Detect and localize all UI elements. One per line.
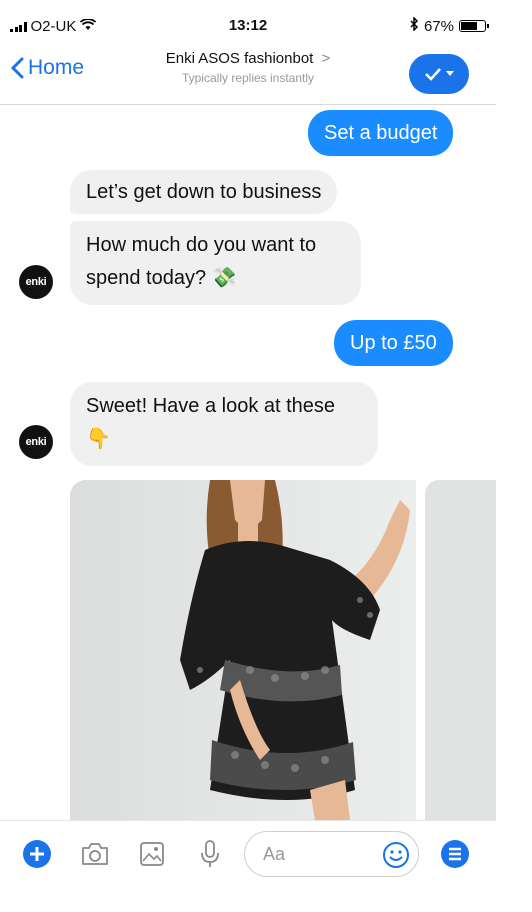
camera-icon	[82, 843, 108, 865]
chevron-right-icon: >	[321, 50, 331, 67]
status-bar: O2-UK 13:12 67%	[0, 0, 496, 42]
actions-button[interactable]	[409, 54, 469, 94]
microphone-icon	[201, 840, 219, 867]
menu-button[interactable]	[440, 839, 470, 869]
message-bot-look[interactable]: Sweet! Have a look at these 👇	[70, 382, 378, 466]
check-icon	[425, 68, 441, 81]
page-title: Enki ASOS fashionbot	[165, 50, 314, 67]
product-image	[70, 480, 416, 820]
battery-icon	[459, 20, 489, 32]
message-line: spend today?	[86, 267, 207, 289]
caret-down-icon	[446, 71, 454, 76]
menu-icon	[441, 840, 469, 868]
battery-percent: 67%	[423, 17, 454, 35]
message-composer: Aa	[0, 820, 496, 891]
message-placeholder: Aa	[263, 844, 286, 864]
emoji-button[interactable]	[382, 841, 410, 874]
product-card[interactable]	[70, 480, 416, 820]
bot-avatar[interactable]: enki	[19, 425, 53, 459]
plus-button[interactable]	[22, 839, 52, 869]
message-bot-business[interactable]: Let’s get down to business	[70, 170, 338, 214]
bluetooth-icon	[410, 16, 419, 35]
pointing-down-emoji-icon: 👇	[86, 428, 111, 450]
camera-button[interactable]	[80, 839, 110, 869]
messenger-screen: O2-UK 13:12 67% Home Enki ASOS fashionbo…	[0, 0, 496, 912]
bot-avatar[interactable]: enki	[19, 265, 53, 299]
message-user-budget[interactable]: Up to £50	[334, 320, 453, 366]
product-card[interactable]	[425, 480, 496, 820]
money-emoji-icon: 💸	[211, 267, 237, 289]
image-icon	[140, 842, 164, 866]
photo-button[interactable]	[137, 839, 167, 869]
message-input[interactable]: Aa	[244, 831, 419, 877]
plus-icon	[23, 840, 51, 868]
conversation-header: Home Enki ASOS fashionbot > Typically re…	[0, 42, 496, 105]
message-line: Sweet! Have a look at these	[86, 395, 336, 417]
smiley-icon	[383, 842, 409, 868]
message-user-set-budget[interactable]: Set a budget	[308, 110, 454, 156]
microphone-button[interactable]	[195, 839, 225, 869]
message-bot-how-much[interactable]: How much do you want to spend today? 💸	[70, 221, 361, 305]
message-line: How much do you want to	[86, 234, 317, 256]
